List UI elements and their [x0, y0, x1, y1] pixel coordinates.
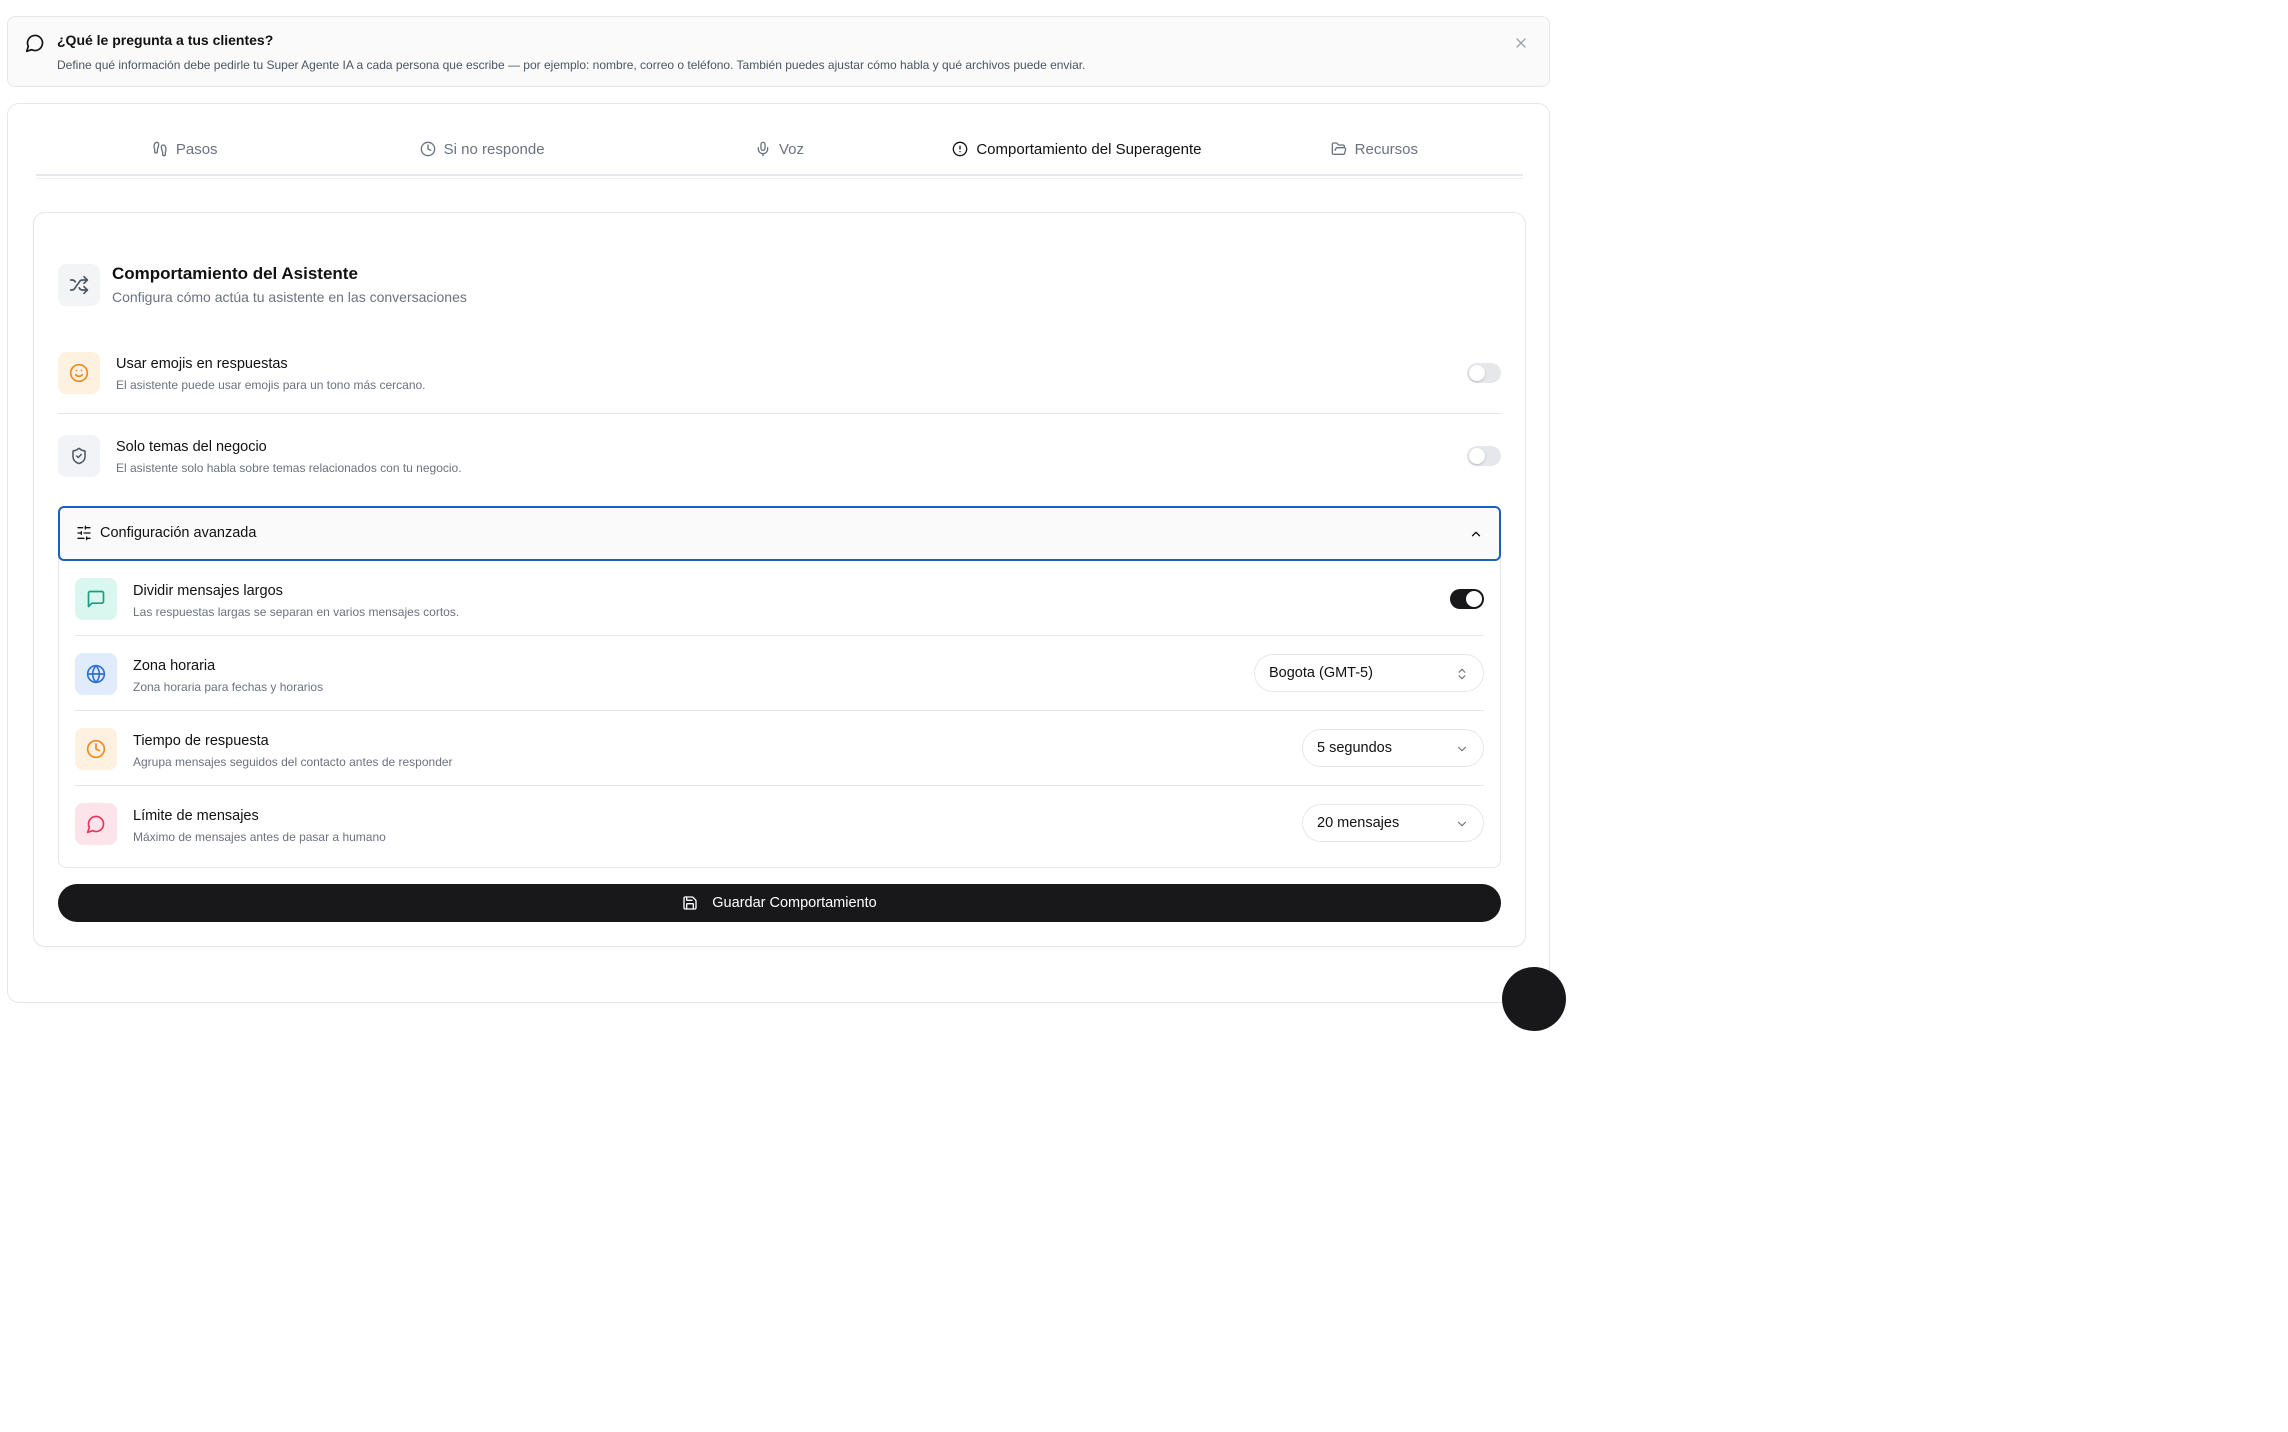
select-value: 5 segundos — [1317, 740, 1392, 756]
clock-icon — [86, 739, 106, 759]
sliders-icon — [77, 525, 91, 541]
save-icon — [683, 896, 697, 910]
shuffle-icon — [69, 275, 89, 295]
clock-icon — [420, 141, 435, 157]
card-icon-box — [58, 264, 100, 306]
chevron-up-icon — [1471, 531, 1481, 537]
setting-title: Usar emojis en respuestas — [116, 356, 288, 372]
tab-label: Voz — [779, 140, 805, 158]
setting-title: Límite de mensajes — [133, 808, 259, 824]
toggle-knob — [1469, 448, 1485, 464]
globe-icon — [86, 664, 106, 684]
chat-launcher-button[interactable] — [1502, 967, 1566, 1031]
setting-description: Zona horaria para fechas y horarios — [133, 680, 324, 694]
footprints-icon — [153, 141, 167, 157]
folder-icon — [1331, 142, 1346, 155]
timezone-select[interactable]: Bogota (GMT-5) — [1254, 654, 1484, 692]
setting-description: Máximo de mensajes antes de pasar a huma… — [133, 830, 386, 844]
setting-row-business-topics: Solo temas del negocio El asistente solo… — [58, 416, 1501, 496]
behavior-card: Comportamiento del Asistente Configura c… — [33, 212, 1526, 947]
info-banner: ¿Qué le pregunta a tus clientes? Define … — [7, 16, 1550, 87]
divider — [36, 178, 1523, 179]
tab-label: Si no responde — [443, 140, 545, 158]
mic-icon — [757, 141, 769, 157]
tab-voz[interactable]: Voz — [631, 124, 928, 174]
split-icon-box — [75, 578, 117, 620]
message-circle-icon — [86, 815, 105, 834]
save-behavior-button[interactable]: Guardar Comportamiento — [58, 884, 1501, 922]
advanced-config-label: Configuración avanzada — [100, 525, 257, 541]
setting-title: Solo temas del negocio — [116, 439, 267, 455]
setting-description: El asistente puede usar emojis para un t… — [116, 378, 426, 392]
toggle-knob — [1466, 591, 1482, 607]
response-time-select[interactable]: 5 segundos — [1302, 729, 1484, 767]
emoji-icon-box — [58, 352, 100, 394]
split-messages-toggle[interactable] — [1450, 589, 1484, 609]
tab-label: Comportamiento del Superagente — [976, 140, 1202, 158]
chevrons-up-down-icon — [1458, 668, 1466, 680]
message-circle-icon — [25, 34, 44, 53]
tab-bar: Pasos Si no responde Voz Comportamiento … — [36, 124, 1523, 176]
toggle-knob — [1469, 365, 1485, 381]
alert-circle-icon — [953, 141, 968, 157]
limit-icon-box — [75, 803, 117, 845]
emojis-toggle[interactable] — [1467, 363, 1501, 383]
setting-row-emojis: Usar emojis en respuestas El asistente p… — [58, 334, 1501, 414]
advanced-config-toggle[interactable]: Configuración avanzada — [58, 506, 1501, 561]
save-button-label: Guardar Comportamiento — [712, 895, 877, 911]
setting-title: Dividir mensajes largos — [133, 583, 283, 599]
chevron-down-icon — [1457, 821, 1467, 827]
message-limit-select[interactable]: 20 mensajes — [1302, 804, 1484, 842]
card-subtitle: Configura cómo actúa tu asistente en las… — [112, 289, 467, 305]
advanced-row-response-time: Tiempo de respuesta Agrupa mensajes segu… — [75, 711, 1484, 786]
advanced-config-panel: Configuración avanzada Dividir mensajes … — [58, 506, 1501, 868]
banner-text: Define qué información debe pedirle tu S… — [57, 58, 1086, 72]
chevron-down-icon — [1457, 746, 1467, 752]
main-panel: Pasos Si no responde Voz Comportamiento … — [7, 103, 1550, 1003]
setting-description: El asistente solo habla sobre temas rela… — [116, 461, 462, 475]
tab-si-no-responde[interactable]: Si no responde — [333, 124, 630, 174]
smile-icon — [69, 363, 89, 383]
banner-title: ¿Qué le pregunta a tus clientes? — [57, 32, 274, 48]
time-icon-box — [75, 728, 117, 770]
setting-description: Agrupa mensajes seguidos del contacto an… — [133, 755, 453, 769]
tab-pasos[interactable]: Pasos — [36, 124, 333, 174]
card-title: Comportamiento del Asistente — [112, 264, 358, 283]
tab-recursos[interactable]: Recursos — [1226, 124, 1523, 174]
select-value: 20 mensajes — [1317, 815, 1400, 831]
setting-description: Las respuestas largas se separan en vari… — [133, 605, 460, 619]
advanced-row-timezone: Zona horaria Zona horaria para fechas y … — [75, 636, 1484, 711]
tab-label: Recursos — [1354, 140, 1418, 158]
shield-check-icon — [72, 447, 86, 465]
select-value: Bogota (GMT-5) — [1269, 665, 1373, 681]
advanced-row-split-messages: Dividir mensajes largos Las respuestas l… — [75, 561, 1484, 636]
globe-icon-box — [75, 653, 117, 695]
tab-label: Pasos — [175, 140, 218, 158]
shield-icon-box — [58, 435, 100, 477]
setting-title: Tiempo de respuesta — [133, 733, 269, 749]
close-icon[interactable] — [1513, 35, 1529, 51]
advanced-row-message-limit: Límite de mensajes Máximo de mensajes an… — [75, 786, 1484, 861]
tab-comportamiento[interactable]: Comportamiento del Superagente — [928, 124, 1225, 174]
message-square-icon — [87, 590, 105, 608]
setting-title: Zona horaria — [133, 658, 216, 674]
business-topics-toggle[interactable] — [1467, 446, 1501, 466]
